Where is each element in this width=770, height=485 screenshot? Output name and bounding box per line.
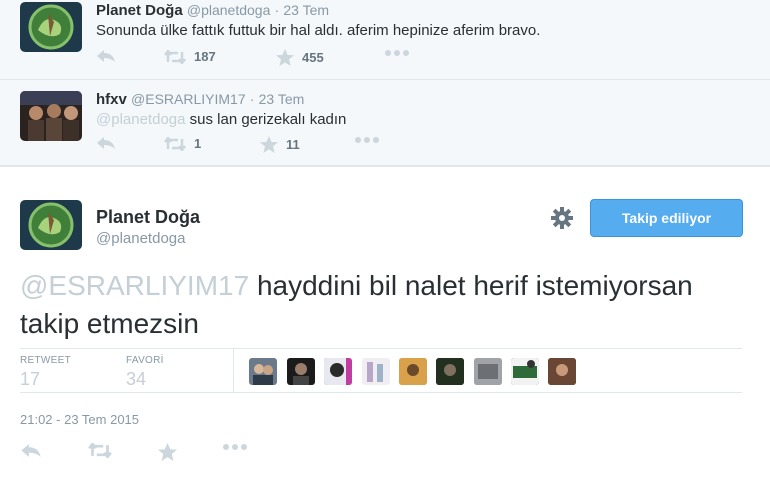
retweet-count: 187 xyxy=(194,49,216,64)
tweet-text: @planetdoga sus lan gerizekalı kadın xyxy=(96,111,346,128)
retweet-label: RETWEET xyxy=(20,355,71,366)
reply-button[interactable] xyxy=(20,443,42,458)
more-button[interactable] xyxy=(222,443,248,451)
more-icon xyxy=(355,137,379,143)
like-button[interactable] xyxy=(158,443,177,461)
star-icon xyxy=(276,49,294,66)
more-icon xyxy=(385,50,409,56)
avatar[interactable] xyxy=(20,200,82,250)
avatar[interactable] xyxy=(362,358,390,385)
star-icon xyxy=(260,136,278,153)
following-button[interactable]: Takip ediliyor xyxy=(590,199,743,237)
tweet-timestamp[interactable]: 21:02 - 23 Tem 2015 xyxy=(20,412,139,427)
display-name[interactable]: Planet Doğa xyxy=(96,207,200,228)
tweet-header: Planet Doğa @planetdoga · 23 Tem xyxy=(96,2,329,19)
avatar[interactable] xyxy=(20,91,82,141)
main-tweet: Planet Doğa @planetdoga Takip ediliyor @… xyxy=(0,166,770,485)
context-tweet[interactable]: hfxv @ESRARLIYIM17 · 23 Tem @planetdoga … xyxy=(0,80,770,166)
more-button[interactable] xyxy=(354,136,380,144)
reply-icon xyxy=(97,137,115,149)
username[interactable]: @ESRARLIYIM17 xyxy=(131,91,246,107)
more-icon xyxy=(223,444,247,450)
mention-link[interactable]: @ESRARLIYIM17 xyxy=(20,270,249,301)
tweet-time[interactable]: 23 Tem xyxy=(259,91,305,107)
retweet-button[interactable] xyxy=(88,443,112,458)
retweet-button[interactable]: 187 xyxy=(164,49,216,64)
avatar[interactable] xyxy=(399,358,427,385)
tweet-body: sus lan gerizekalı kadın xyxy=(189,111,347,128)
retweet-stat[interactable]: RETWEET 17 xyxy=(20,355,71,390)
star-icon xyxy=(158,443,177,461)
separator-dot: · xyxy=(249,91,255,107)
reply-button[interactable] xyxy=(96,136,116,150)
retweet-button[interactable]: 1 xyxy=(164,136,201,151)
favorite-label: FAVORİ xyxy=(126,355,164,366)
avatar[interactable] xyxy=(287,358,315,385)
favorite-count: 34 xyxy=(126,369,147,389)
retweet-count: 17 xyxy=(20,369,41,389)
username[interactable]: @planetdoga xyxy=(187,2,271,18)
tweet-header: hfxv @ESRARLIYIM17 · 23 Tem xyxy=(96,91,304,108)
retweet-icon xyxy=(88,443,112,458)
tweet-stats: RETWEET 17 FAVORİ 34 xyxy=(20,348,742,393)
avatar[interactable] xyxy=(511,358,539,385)
tweet-text: Sonunda ülke fattık futtuk bir hal aldı.… xyxy=(96,22,541,39)
avatar[interactable] xyxy=(436,358,464,385)
reply-button[interactable] xyxy=(96,49,116,63)
tweet-time[interactable]: 23 Tem xyxy=(283,2,329,18)
reply-icon xyxy=(97,50,115,62)
more-button[interactable] xyxy=(384,49,410,57)
avatar[interactable] xyxy=(324,358,352,385)
reply-icon xyxy=(21,444,41,457)
tweet-text: @ESRARLIYIM17 hayddini bil nalet herif i… xyxy=(20,267,740,343)
username[interactable]: @planetdoga xyxy=(96,230,185,247)
avatar[interactable] xyxy=(249,358,277,385)
context-tweet[interactable]: Planet Doğa @planetdoga · 23 Tem Sonunda… xyxy=(0,0,770,80)
user-actions-button[interactable] xyxy=(551,207,573,234)
display-name[interactable]: Planet Doğa xyxy=(96,2,183,19)
like-button[interactable]: 11 xyxy=(260,136,300,153)
divider xyxy=(233,349,234,392)
retweet-icon xyxy=(164,49,186,64)
display-name[interactable]: hfxv xyxy=(96,91,127,108)
like-count: 11 xyxy=(286,137,300,152)
avatar[interactable] xyxy=(474,358,502,385)
like-count: 455 xyxy=(302,50,324,65)
favorite-stat[interactable]: FAVORİ 34 xyxy=(126,355,164,390)
separator-dot: · xyxy=(274,2,280,18)
retweet-icon xyxy=(164,136,186,151)
avatar[interactable] xyxy=(20,2,82,52)
mention-link[interactable]: @planetdoga xyxy=(96,111,185,128)
retweet-count: 1 xyxy=(194,136,202,151)
like-button[interactable]: 455 xyxy=(276,49,324,66)
gear-icon xyxy=(551,207,573,229)
avatar[interactable] xyxy=(548,358,576,385)
